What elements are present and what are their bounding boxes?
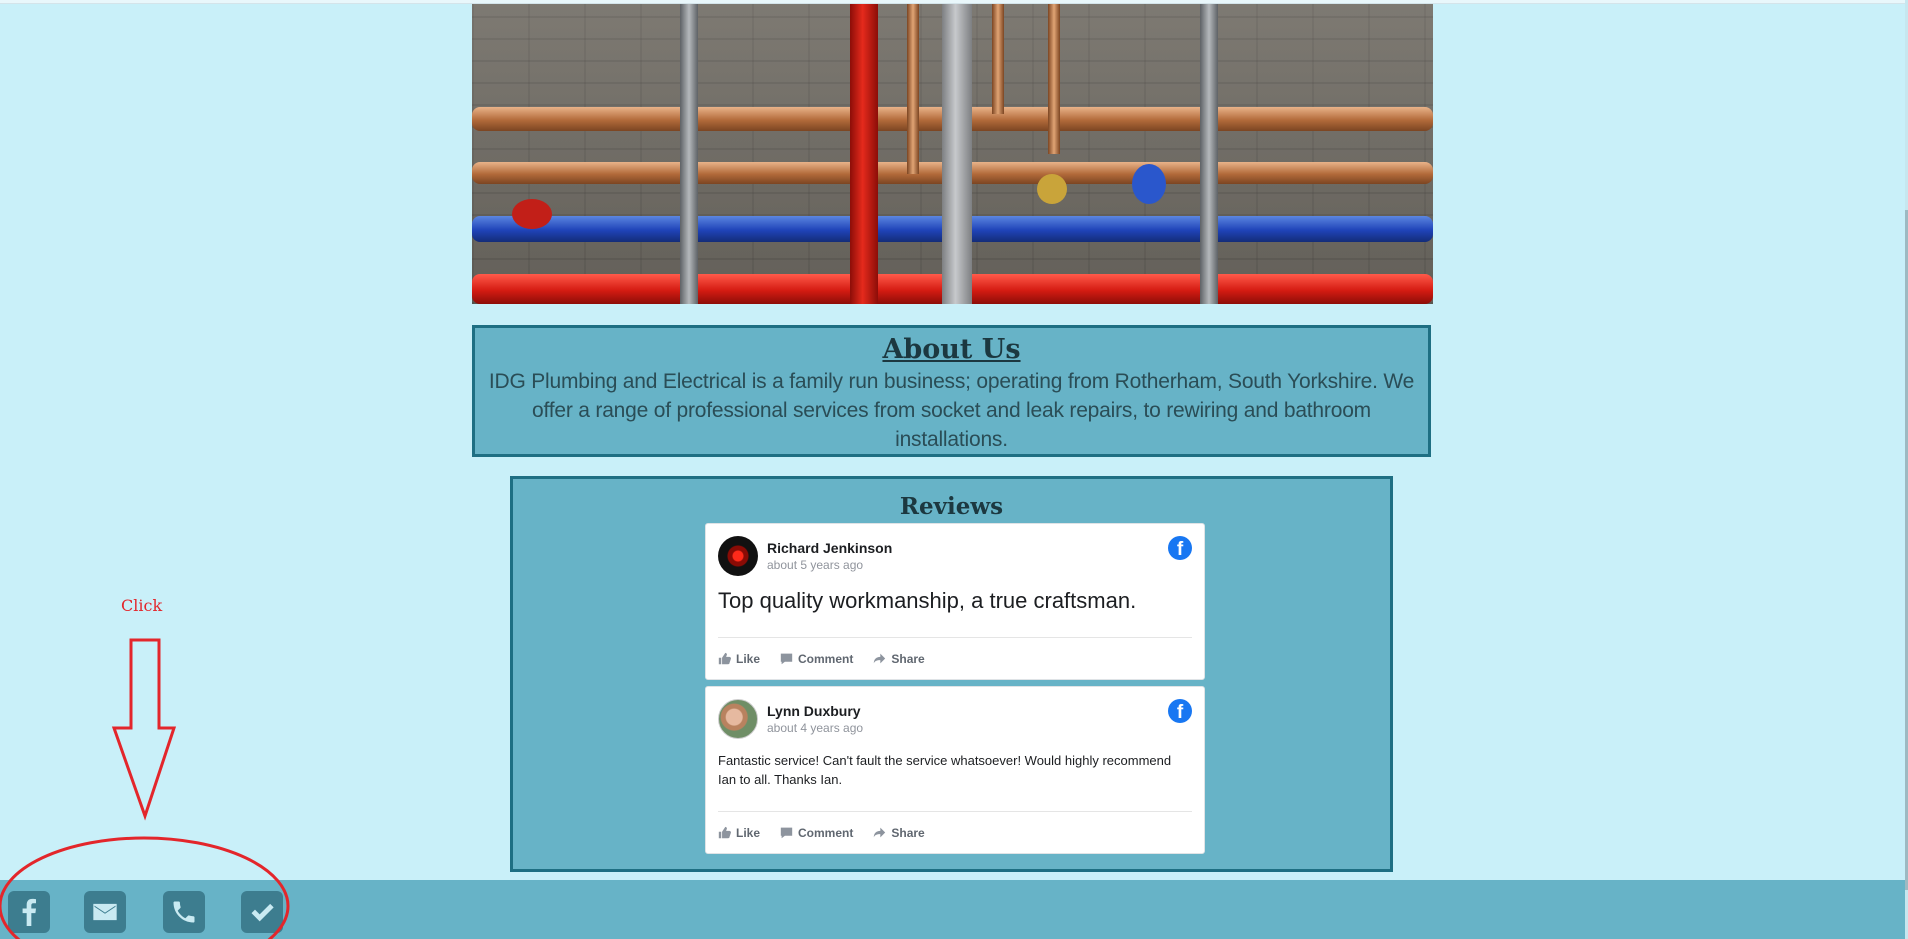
share-icon bbox=[874, 653, 886, 664]
like-label: Like bbox=[736, 651, 761, 666]
review-text: Fantastic service! Can't fault the servi… bbox=[718, 753, 1172, 787]
review-text: Top quality workmanship, a true craftsma… bbox=[718, 588, 1137, 613]
red-valve bbox=[512, 199, 552, 229]
like-button[interactable]: Like bbox=[718, 652, 760, 666]
comment-label: Comment bbox=[798, 651, 854, 666]
about-panel: About Us IDG Plumbing and Electrical is … bbox=[472, 325, 1431, 457]
share-label: Share bbox=[891, 651, 925, 666]
hero-image bbox=[472, 4, 1433, 304]
facebook-icon[interactable]: f bbox=[1168, 536, 1192, 560]
email-link[interactable] bbox=[84, 891, 126, 933]
about-title: About Us bbox=[882, 334, 1021, 365]
footer-bar bbox=[0, 880, 1905, 939]
email-icon bbox=[93, 903, 117, 921]
facebook-icon bbox=[22, 898, 36, 926]
avatar[interactable] bbox=[718, 699, 758, 739]
review-actions: Like Comment Share bbox=[718, 637, 1192, 679]
brass-valve bbox=[1037, 174, 1067, 204]
thumbs-up-icon bbox=[718, 826, 731, 839]
comment-button[interactable]: Comment bbox=[780, 826, 853, 840]
vertical-grey-pipe bbox=[942, 4, 972, 304]
review-time[interactable]: about 4 years ago bbox=[767, 721, 863, 735]
reviews-title: Reviews bbox=[899, 493, 1004, 520]
share-icon bbox=[874, 827, 886, 838]
metal-strut bbox=[1200, 4, 1218, 304]
comment-icon bbox=[780, 827, 793, 839]
reviews-panel: Reviews Richard Jenkinson about 5 years … bbox=[510, 476, 1393, 872]
check-link[interactable] bbox=[241, 891, 283, 933]
metal-strut bbox=[680, 4, 698, 304]
reviewer-name[interactable]: Lynn Duxbury bbox=[767, 703, 861, 719]
like-button[interactable]: Like bbox=[718, 826, 760, 840]
avatar[interactable] bbox=[718, 536, 758, 576]
vertical-copper-pipe bbox=[907, 4, 919, 174]
vertical-copper-pipe bbox=[992, 4, 1004, 114]
review-card: Lynn Duxbury about 4 years ago f Fantast… bbox=[705, 686, 1205, 854]
comment-icon bbox=[780, 653, 793, 665]
comment-button[interactable]: Comment bbox=[780, 652, 853, 666]
phone-link[interactable] bbox=[163, 891, 205, 933]
thumbs-up-icon bbox=[718, 652, 731, 665]
review-time[interactable]: about 5 years ago bbox=[767, 558, 863, 572]
like-label: Like bbox=[736, 825, 761, 840]
comment-label: Comment bbox=[798, 825, 854, 840]
blue-fitting bbox=[1132, 164, 1166, 204]
about-text: IDG Plumbing and Electrical is a family … bbox=[488, 370, 1415, 451]
vertical-copper-pipe bbox=[1048, 4, 1060, 154]
phone-icon bbox=[173, 901, 195, 923]
annotation-arrow bbox=[111, 638, 177, 821]
review-actions: Like Comment Share bbox=[718, 811, 1192, 853]
annotation-label: Click bbox=[121, 596, 163, 615]
share-button[interactable]: Share bbox=[873, 651, 925, 666]
share-button[interactable]: Share bbox=[873, 825, 925, 840]
vertical-red-pipe bbox=[850, 4, 878, 304]
facebook-icon[interactable]: f bbox=[1168, 699, 1192, 723]
reviewer-name[interactable]: Richard Jenkinson bbox=[767, 540, 892, 556]
review-card: Richard Jenkinson about 5 years ago f To… bbox=[705, 523, 1205, 680]
share-label: Share bbox=[891, 825, 925, 840]
facebook-link[interactable] bbox=[8, 891, 50, 933]
check-icon bbox=[251, 903, 274, 922]
